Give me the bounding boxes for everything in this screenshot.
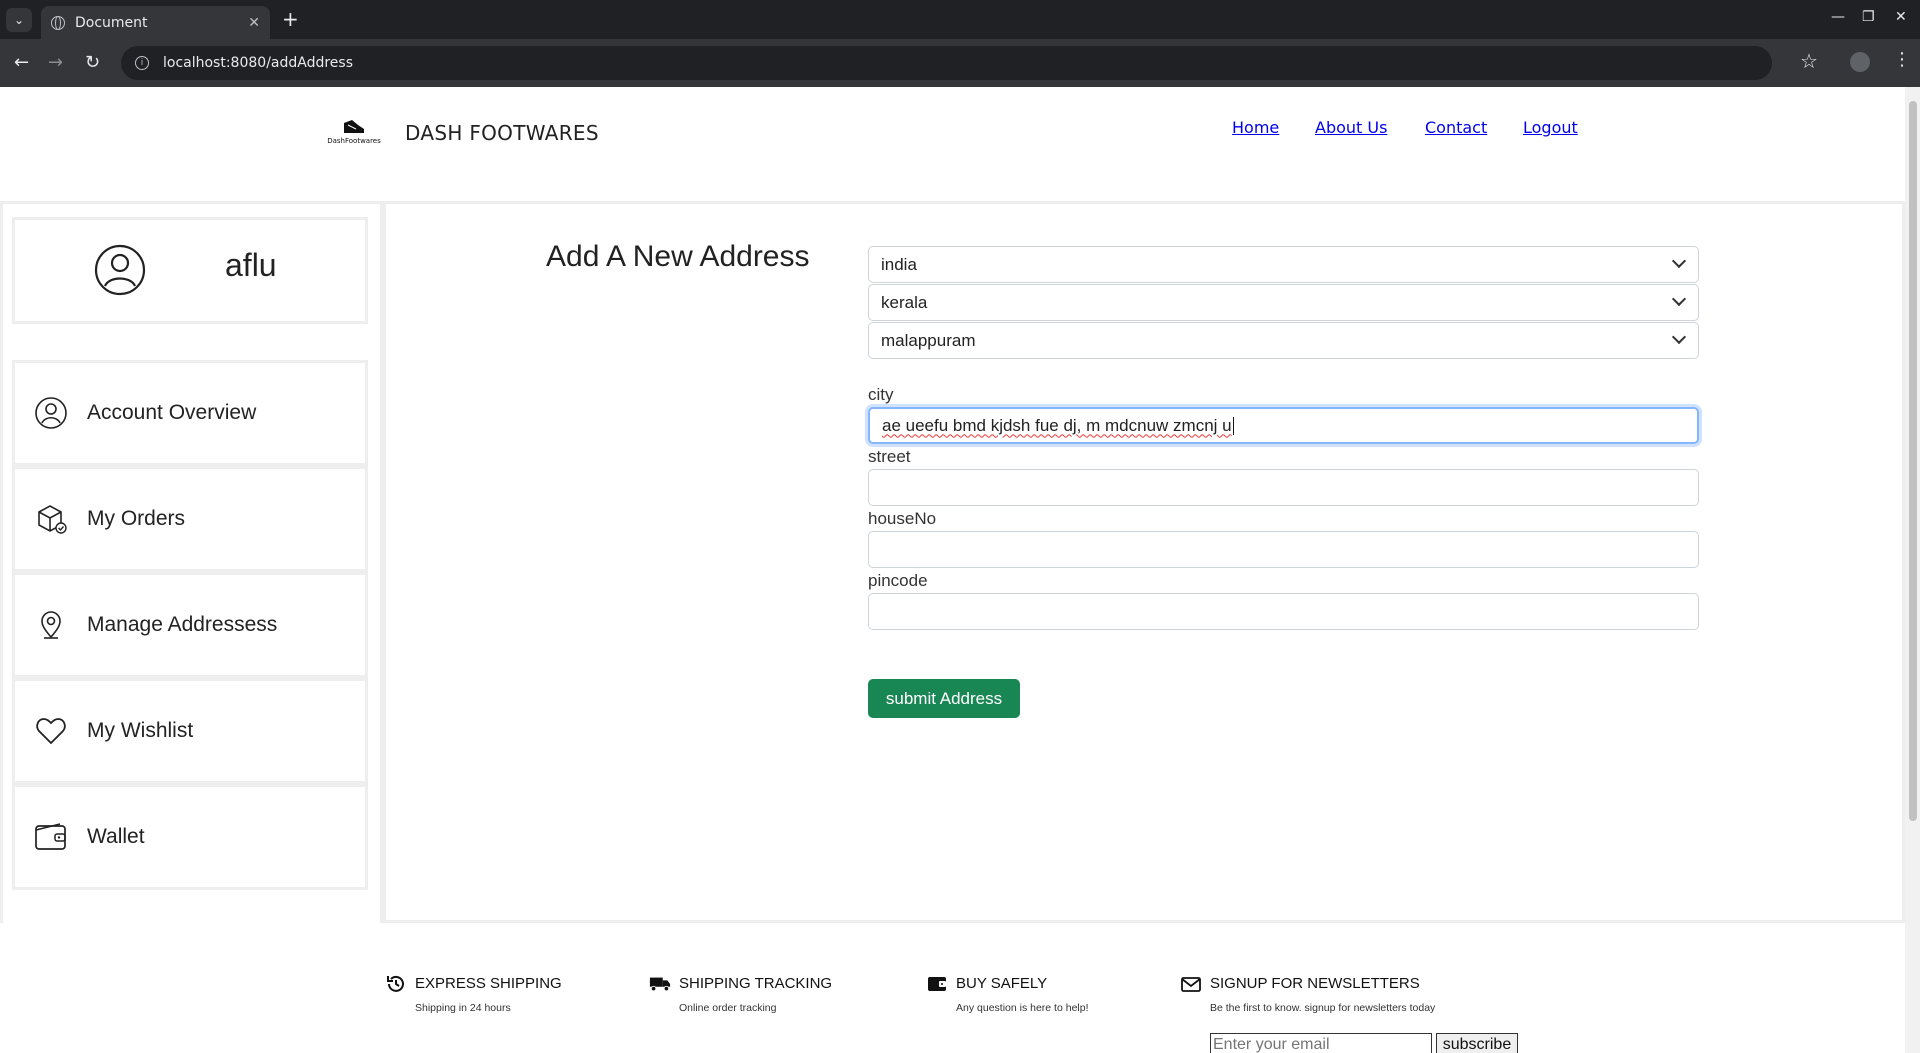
brand-logo[interactable]: DashFootwares: [318, 117, 390, 147]
user-avatar-icon: [94, 244, 146, 296]
globe-icon: [51, 15, 65, 30]
extension-icon[interactable]: [1850, 52, 1870, 72]
nav-contact-link[interactable]: Contact: [1425, 118, 1487, 137]
minimize-icon[interactable]: —: [1831, 9, 1845, 25]
pincode-input[interactable]: [868, 593, 1699, 630]
houseno-input[interactable]: [868, 531, 1699, 568]
chevron-down-icon: [1671, 291, 1687, 307]
sidebar-item-manage-addresses[interactable]: Manage Addressess: [12, 572, 368, 678]
package-icon: [38, 505, 67, 534]
bookmark-star-icon[interactable]: ☆: [1800, 49, 1818, 73]
tab-title: Document: [75, 14, 148, 31]
map-pin-icon: [41, 611, 61, 639]
city-label: city: [868, 385, 894, 404]
sidebar-item-label: Account Overview: [87, 401, 257, 424]
nav-logout-link[interactable]: Logout: [1523, 118, 1578, 137]
browser-menu-icon[interactable]: ⋮: [1893, 49, 1911, 70]
street-input[interactable]: [868, 469, 1699, 506]
browser-toolbar: ← → ↻ i localhost:8080/addAddress ☆ ⋮: [0, 39, 1920, 87]
city-input[interactable]: ae ueefu bmd kjdsh fue dj, m mdcnuw zmcn…: [868, 407, 1699, 444]
heart-icon: [36, 718, 66, 745]
text-caret: [1232, 416, 1234, 435]
district-select[interactable]: malappuram: [868, 322, 1699, 359]
wallet-icon: [928, 977, 946, 991]
tab-close-icon[interactable]: ✕: [248, 15, 260, 31]
country-value: india: [881, 254, 917, 274]
houseno-label: houseNo: [868, 509, 937, 528]
address-bar[interactable]: i localhost:8080/addAddress: [121, 46, 1772, 80]
subscribe-button[interactable]: subscribe: [1436, 1033, 1518, 1053]
truck-icon: [649, 977, 671, 992]
district-value: malappuram: [881, 330, 976, 350]
restore-icon[interactable]: ❐: [1862, 9, 1875, 25]
tab-search-button[interactable]: ⌄: [6, 8, 32, 32]
feature-subtitle: Any question is here to help!: [956, 1002, 1089, 1014]
feature-subtitle: Online order tracking: [679, 1002, 777, 1014]
envelope-icon: [1181, 977, 1201, 992]
page-viewport: DashFootwares DASH FOOTWARES Home About …: [0, 87, 1920, 1053]
close-window-icon[interactable]: ✕: [1895, 9, 1907, 25]
sidebar-item-label: My Wishlist: [87, 719, 194, 742]
country-select[interactable]: india: [868, 246, 1699, 283]
feature-title: EXPRESS SHIPPING: [415, 975, 562, 992]
state-select[interactable]: kerala: [868, 284, 1699, 321]
brand-name[interactable]: DASH FOOTWARES: [405, 121, 599, 145]
forward-icon[interactable]: →: [48, 52, 63, 73]
user-circle-icon: [35, 397, 67, 429]
back-icon[interactable]: ←: [14, 52, 29, 73]
site-header: DashFootwares DASH FOOTWARES Home About …: [0, 87, 1905, 204]
browser-tab[interactable]: Document ✕: [41, 6, 270, 39]
submit-address-button[interactable]: submit Address: [868, 679, 1020, 718]
sidebar-item-label: Wallet: [87, 825, 145, 848]
feature-subtitle: Be the first to know. signup for newslet…: [1210, 1002, 1436, 1014]
profile-card: [12, 217, 368, 324]
nav-about-link[interactable]: About Us: [1315, 118, 1387, 137]
sidebar-item-wallet[interactable]: Wallet: [12, 784, 368, 890]
new-tab-button[interactable]: +: [282, 7, 299, 31]
sidebar-item-account-overview[interactable]: Account Overview: [12, 360, 368, 466]
pincode-label: pincode: [868, 571, 928, 590]
feature-title: BUY SAFELY: [956, 975, 1048, 992]
site-info-icon[interactable]: i: [135, 56, 149, 70]
reload-icon[interactable]: ↻: [85, 52, 100, 73]
browser-tab-strip: ⌄ Document ✕ + — ❐ ✕: [0, 0, 1920, 39]
sidebar-item-label: Manage Addressess: [87, 613, 278, 636]
history-icon: [387, 975, 404, 992]
sidebar-item-my-orders[interactable]: My Orders: [12, 466, 368, 572]
feature-subtitle: Shipping in 24 hours: [415, 1002, 511, 1014]
street-label: street: [868, 447, 911, 466]
feature-title: SHIPPING TRACKING: [679, 975, 833, 992]
sidebar-item-my-wishlist[interactable]: My Wishlist: [12, 678, 368, 784]
page-scrollbar[interactable]: [1905, 87, 1920, 1053]
url-text: localhost:8080/addAddress: [163, 55, 354, 71]
wallet-icon: [35, 823, 66, 850]
state-value: kerala: [881, 292, 928, 312]
chevron-down-icon: [1671, 253, 1687, 269]
scrollbar-thumb[interactable]: [1909, 101, 1917, 821]
city-value: ae ueefu bmd kjdsh fue dj, m mdcnuw zmcn…: [882, 415, 1232, 435]
chevron-down-icon: [1671, 329, 1687, 345]
page-title: Add A New Address: [546, 240, 810, 273]
feature-title: SIGNUP FOR NEWSLETTERS: [1210, 975, 1420, 992]
logo-text: DashFootwares: [327, 137, 381, 145]
newsletter-email-input[interactable]: [1210, 1033, 1432, 1053]
profile-username: aflu: [225, 247, 277, 283]
nav-home-link[interactable]: Home: [1232, 118, 1279, 137]
sidebar-item-label: My Orders: [87, 507, 186, 530]
